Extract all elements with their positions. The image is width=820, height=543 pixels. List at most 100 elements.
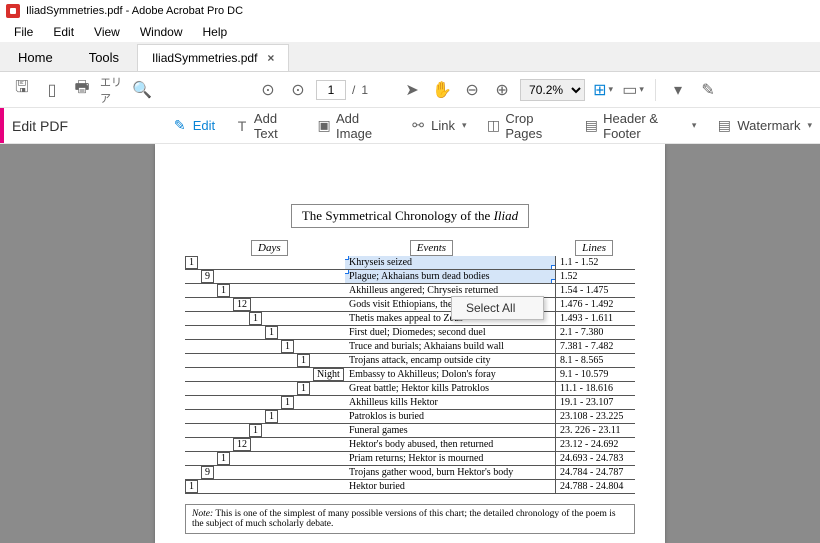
lines-cell[interactable]: 7.381 - 7.482 (555, 340, 635, 353)
table-row[interactable]: 1Akhilleus angered; Chryseis returned1.5… (185, 284, 635, 298)
lines-cell[interactable]: 24.788 - 24.804 (555, 480, 635, 493)
menu-file[interactable]: File (4, 23, 43, 41)
context-select-all[interactable]: Select All (466, 301, 515, 315)
days-cell[interactable]: 1 (185, 480, 198, 493)
event-cell[interactable]: Trojans attack, encamp outside city (345, 354, 555, 367)
event-cell[interactable]: Hektor's body abused, then returned (345, 438, 555, 451)
event-cell[interactable]: Khryseis seized (345, 256, 555, 269)
days-cell[interactable]: 1 (185, 256, 198, 269)
menu-edit[interactable]: Edit (43, 23, 84, 41)
lines-cell[interactable]: 1.493 - 1.611 (555, 312, 635, 325)
days-cell[interactable]: 12 (233, 438, 251, 451)
page-up-icon[interactable]: ⊙ (256, 78, 280, 102)
print-icon[interactable]: 🖶 (70, 78, 94, 102)
tab-tools[interactable]: Tools (71, 44, 137, 71)
table-row[interactable]: 1 Great battle; Hektor kills Patroklos11.… (185, 382, 635, 396)
days-cell[interactable]: 1 (249, 424, 262, 437)
lines-cell[interactable]: 24.693 - 24.783 (555, 452, 635, 465)
event-cell[interactable]: Funeral games (345, 424, 555, 437)
table-row[interactable]: 9 Trojans gather wood, burn Hektor's body… (185, 466, 635, 480)
table-row[interactable]: 12Gods visit Ethiopians, then return1.47… (185, 298, 635, 312)
table-row[interactable]: 1 Khryseis seized1.1 - 1.52 (185, 256, 635, 270)
pointer-icon[interactable]: ➤ (400, 78, 424, 102)
watermark-button[interactable]: ▤Watermark▾ (708, 114, 820, 138)
tab-home[interactable]: Home (0, 44, 71, 71)
footnote[interactable]: Note: This is one of the simplest of man… (185, 504, 635, 534)
zoom-out-icon[interactable]: ⊖ (460, 78, 484, 102)
lines-cell[interactable]: 23.12 - 24.692 (555, 438, 635, 451)
days-cell[interactable]: 1 (265, 326, 278, 339)
organize-icon[interactable]: ▯ (40, 78, 64, 102)
days-cell[interactable]: 1 (281, 340, 294, 353)
event-cell[interactable]: Plague; Akhaians burn dead bodies (345, 270, 555, 283)
days-cell[interactable]: 1 (217, 284, 230, 297)
days-cell[interactable]: 1 (281, 396, 294, 409)
event-cell[interactable]: Priam returns; Hektor is mourned (345, 452, 555, 465)
sign-icon[interactable]: ✎ (696, 78, 720, 102)
edit-button[interactable]: ✎Edit (164, 114, 223, 138)
table-row[interactable]: 1 Patroklos is buried23.108 - 23.225 (185, 410, 635, 424)
table-row[interactable]: 1 Funeral games23. 226 - 23.11 (185, 424, 635, 438)
days-cell[interactable]: 9 (201, 270, 214, 283)
table-row[interactable]: 1 Trojans attack, encamp outside city8.1 … (185, 354, 635, 368)
lines-cell[interactable]: 1.476 - 1.492 (555, 298, 635, 311)
zoom-select[interactable]: 70.2% (520, 79, 585, 101)
days-cell[interactable]: 1 (265, 410, 278, 423)
tab-document[interactable]: IliadSymmetries.pdf × (137, 44, 289, 71)
link-button[interactable]: ⚯Link▾ (402, 114, 474, 138)
document-workspace[interactable]: The Symmetrical Chronology of the Iliad … (0, 144, 820, 543)
hand-icon[interactable]: ✋ (430, 78, 454, 102)
add-text-button[interactable]: TAdd Text (227, 107, 305, 145)
highlight-icon[interactable]: ▾ (666, 78, 690, 102)
lines-cell[interactable]: 1.1 - 1.52 (555, 256, 635, 269)
table-row[interactable]: 1 Priam returns; Hektor is mourned24.693 … (185, 452, 635, 466)
table-row[interactable]: 1Akhilleus kills Hektor19.1 - 23.107 (185, 396, 635, 410)
lines-cell[interactable]: 1.54 - 1.475 (555, 284, 635, 297)
table-row[interactable]: 9 Plague; Akhaians burn dead bodies1.52 (185, 270, 635, 284)
table-row[interactable]: 12 Hektor's body abused, then returned23.… (185, 438, 635, 452)
document-title[interactable]: The Symmetrical Chronology of the Iliad (291, 204, 529, 228)
menu-window[interactable]: Window (130, 23, 193, 41)
event-cell[interactable]: Truce and burials; Akhaians build wall (345, 340, 555, 353)
menu-view[interactable]: View (84, 23, 130, 41)
lines-cell[interactable]: 1.52 (555, 270, 635, 283)
page-down-icon[interactable]: ⊙ (286, 78, 310, 102)
table-row[interactable]: 1Thetis makes appeal to Zeus1.493 - 1.61… (185, 312, 635, 326)
event-cell[interactable]: Trojans gather wood, burn Hektor's body (345, 466, 555, 479)
lines-cell[interactable]: 24.784 - 24.787 (555, 466, 635, 479)
chronology-table[interactable]: 1 Khryseis seized1.1 - 1.52 9 Plague; Akhai… (185, 256, 635, 494)
search-icon[interactable]: 🔍 (130, 78, 154, 102)
days-cell[interactable]: 1 (297, 382, 310, 395)
event-cell[interactable]: Embassy to Akhilleus; Dolon's foray (345, 368, 555, 381)
lines-cell[interactable]: 9.1 - 10.579 (555, 368, 635, 381)
lines-cell[interactable]: 8.1 - 8.565 (555, 354, 635, 367)
lines-cell[interactable]: 23. 226 - 23.11 (555, 424, 635, 437)
crop-button[interactable]: ◫Crop Pages (479, 107, 573, 145)
event-cell[interactable]: Akhilleus kills Hektor (345, 396, 555, 409)
days-cell[interactable]: 1 (249, 312, 262, 325)
event-cell[interactable]: Hektor buried (345, 480, 555, 493)
share-icon[interactable]: エリア (100, 78, 124, 102)
pdf-page[interactable]: The Symmetrical Chronology of the Iliad … (155, 144, 665, 543)
event-cell[interactable]: Patroklos is buried (345, 410, 555, 423)
page-number-input[interactable] (316, 80, 346, 100)
event-cell[interactable]: First duel; Diomedes; second duel (345, 326, 555, 339)
table-row[interactable]: 1 Truce and burials; Akhaians build wall7… (185, 340, 635, 354)
lines-cell[interactable]: 23.108 - 23.225 (555, 410, 635, 423)
menu-help[interactable]: Help (193, 23, 238, 41)
table-row[interactable]: NightEmbassy to Akhilleus; Dolon's foray… (185, 368, 635, 382)
zoom-in-icon[interactable]: ⊕ (490, 78, 514, 102)
event-cell[interactable]: Great battle; Hektor kills Patroklos (345, 382, 555, 395)
days-cell[interactable]: 1 (297, 354, 310, 367)
days-cell[interactable]: 12 (233, 298, 251, 311)
lines-cell[interactable]: 2.1 - 7.380 (555, 326, 635, 339)
days-cell[interactable]: 9 (201, 466, 214, 479)
page-display-icon[interactable]: ▭▾ (621, 78, 645, 102)
add-image-button[interactable]: ▣Add Image (309, 107, 398, 145)
days-cell[interactable]: Night (313, 368, 344, 381)
table-row[interactable]: 1 First duel; Diomedes; second duel2.1 - … (185, 326, 635, 340)
fit-width-icon[interactable]: ⊞▾ (591, 78, 615, 102)
table-row[interactable]: 1 Hektor buried24.788 - 24.804 (185, 480, 635, 494)
lines-cell[interactable]: 11.1 - 18.616 (555, 382, 635, 395)
days-cell[interactable]: 1 (217, 452, 230, 465)
